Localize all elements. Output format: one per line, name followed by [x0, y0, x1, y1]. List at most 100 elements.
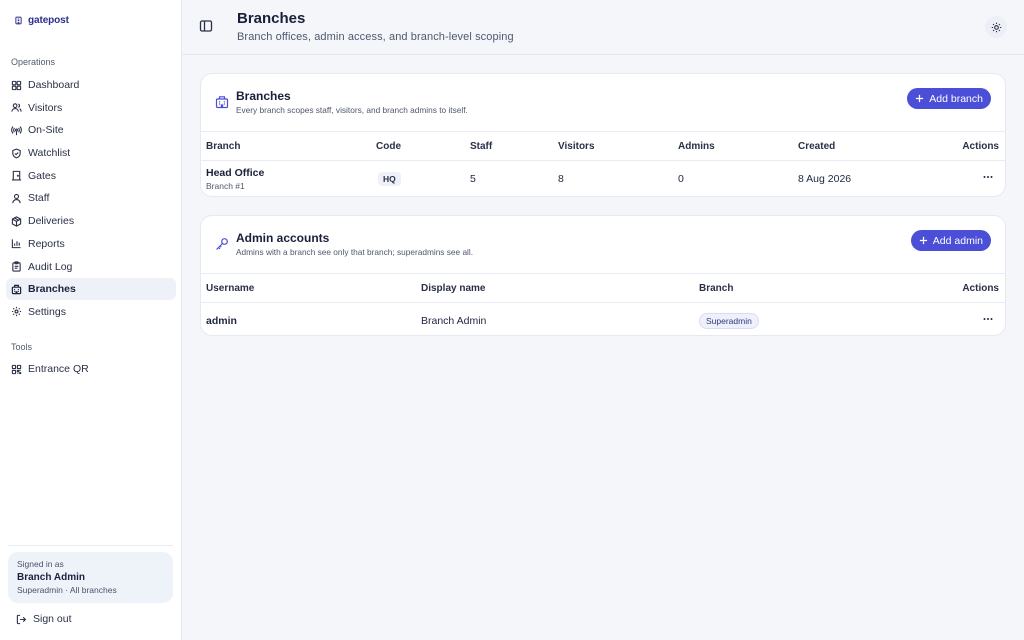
sidebar-item-label: Visitors — [28, 101, 63, 114]
branches-card-header: Branches Every branch scopes staff, visi… — [201, 74, 1005, 131]
more-actions-icon[interactable] — [982, 171, 994, 183]
admin-accounts-card: Admin accounts Admins with a branch see … — [200, 215, 1006, 336]
sidebar-section-operations: Operations — [11, 57, 56, 67]
admin-accounts-card-header: Admin accounts Admins with a branch see … — [201, 216, 1005, 273]
add-branch-button[interactable]: Add branch — [907, 88, 991, 109]
sidebar-item-on-site[interactable]: On-Site — [6, 119, 176, 141]
theme-toggle-button[interactable] — [985, 16, 1007, 38]
sidebar-section-tools: Tools — [11, 342, 33, 352]
add-admin-label: Add admin — [932, 234, 983, 247]
code-cell: HQ — [376, 161, 470, 197]
sidebar-item-label: Entrance QR — [28, 363, 89, 375]
branch-name: Head Office — [206, 166, 265, 179]
visitors-count: 8 — [558, 172, 564, 185]
sidebar-item-label: Settings — [28, 305, 66, 318]
sidebar-item-label: Staff — [28, 192, 50, 205]
sidebar-item-label: Deliveries — [28, 215, 75, 228]
sidebar-item-visitors[interactable]: Visitors — [6, 97, 176, 119]
building-icon — [215, 95, 229, 109]
sign-out-label: Sign out — [33, 613, 72, 625]
branches-card-title: Branches — [236, 89, 291, 103]
branch-cell: Head Office Branch #1 — [201, 161, 376, 197]
more-actions-icon[interactable] — [982, 313, 994, 325]
admins-count: 0 — [678, 172, 684, 185]
sidebar-item-watchlist[interactable]: Watchlist — [6, 142, 176, 164]
sidebar-item-audit-log[interactable]: Audit Log — [6, 256, 176, 278]
admin-accounts-table: Username Display name Branch Actions adm… — [201, 273, 1005, 336]
page-subtitle: Branch offices, admin access, and branch… — [237, 31, 514, 43]
add-admin-button[interactable]: Add admin — [910, 230, 991, 251]
brand-logo[interactable]: gatepost — [14, 15, 69, 26]
table-row[interactable]: Head Office Branch #1 HQ 5 8 0 8 Aug 202… — [201, 161, 1005, 197]
table-header-row: Username Display name Branch Actions — [201, 273, 1005, 303]
sidebar-item-entrance-qr[interactable]: Entrance QR — [6, 358, 176, 380]
column-header-branch[interactable]: Branch — [201, 131, 376, 161]
panel-left-icon — [199, 19, 213, 33]
log-out-icon — [16, 614, 27, 625]
column-header-username[interactable]: Username — [201, 273, 421, 303]
column-header-visitors[interactable]: Visitors — [558, 131, 678, 161]
sidebar-item-deliveries[interactable]: Deliveries — [6, 210, 176, 232]
staff-count: 5 — [470, 172, 476, 185]
admin-display-name: Branch Admin — [421, 314, 487, 327]
users-icon — [11, 102, 22, 113]
sidebar-item-staff[interactable]: Staff — [6, 187, 176, 209]
plus-icon — [915, 94, 924, 103]
sidebar-item-reports[interactable]: Reports — [6, 233, 176, 255]
branches-card: Branches Every branch scopes staff, visi… — [200, 73, 1006, 197]
clipboard-icon — [11, 261, 22, 272]
bar-chart-icon — [11, 238, 22, 249]
sidebar-divider — [8, 545, 173, 546]
sidebar-item-branches[interactable]: Branches — [6, 278, 176, 301]
sidebar-item-label: Branches — [28, 283, 76, 296]
user-icon — [11, 193, 22, 204]
role-badge: Superadmin — [699, 312, 759, 329]
sidebar-item-label: Gates — [28, 169, 57, 182]
add-branch-label: Add branch — [929, 92, 983, 105]
sidebar-nav-tools: Entrance QR — [6, 358, 176, 381]
admin-accounts-card-title: Admin accounts — [236, 231, 330, 245]
radio-icon — [11, 125, 22, 136]
door-icon — [11, 170, 22, 181]
brand-name: gatepost — [28, 15, 69, 26]
admin-accounts-card-subtitle: Admins with a branch see only that branc… — [236, 247, 474, 257]
sign-out-button[interactable]: Sign out — [16, 613, 72, 625]
column-header-actions: Actions — [948, 131, 1005, 161]
column-header-admins[interactable]: Admins — [678, 131, 798, 161]
signed-in-label: Signed in as — [17, 559, 64, 569]
plus-icon — [919, 236, 928, 245]
admin-branch-cell: Superadmin — [699, 303, 929, 336]
branches-card-subtitle: Every branch scopes staff, visitors, and… — [236, 105, 468, 115]
actions-cell — [948, 161, 1005, 197]
table-row[interactable]: admin Branch Admin Superadmin — [201, 303, 1005, 336]
column-header-branch[interactable]: Branch — [699, 273, 929, 303]
building-icon — [14, 16, 23, 25]
sun-icon — [991, 22, 1002, 33]
column-header-staff[interactable]: Staff — [470, 131, 558, 161]
sidebar-item-label: On-Site — [28, 124, 64, 137]
column-header-display-name[interactable]: Display name — [421, 273, 699, 303]
sidebar-nav-operations: Dashboard Visitors On-Site Watchlist Gat… — [6, 74, 176, 324]
branch-number: Branch #1 — [206, 180, 245, 191]
page-header: Branches Branch offices, admin access, a… — [182, 0, 1024, 55]
column-header-created[interactable]: Created — [798, 131, 948, 161]
sidebar-item-label: Audit Log — [28, 260, 73, 273]
sidebar-item-label: Dashboard — [28, 79, 80, 91]
sidebar-item-settings[interactable]: Settings — [6, 301, 176, 323]
admin-username: admin — [206, 314, 237, 327]
sidebar-item-gates[interactable]: Gates — [6, 165, 176, 187]
sidebar-item-label: Reports — [28, 237, 65, 250]
sidebar-item-label: Watchlist — [28, 147, 71, 160]
actions-cell — [929, 303, 1005, 336]
package-icon — [11, 215, 22, 227]
sidebar-item-dashboard[interactable]: Dashboard — [6, 74, 176, 96]
key-icon — [215, 237, 229, 251]
page-title: Branches — [237, 10, 306, 27]
table-header-row: Branch Code Staff Visitors Admins Create… — [201, 131, 1005, 161]
sidebar: gatepost Operations Dashboard Visitors O… — [0, 0, 182, 640]
column-header-code[interactable]: Code — [376, 131, 470, 161]
shield-icon — [11, 148, 22, 159]
qr-code-icon — [11, 364, 22, 375]
user-role: Superadmin · All branches — [17, 585, 117, 595]
sidebar-toggle-button[interactable] — [199, 19, 213, 33]
